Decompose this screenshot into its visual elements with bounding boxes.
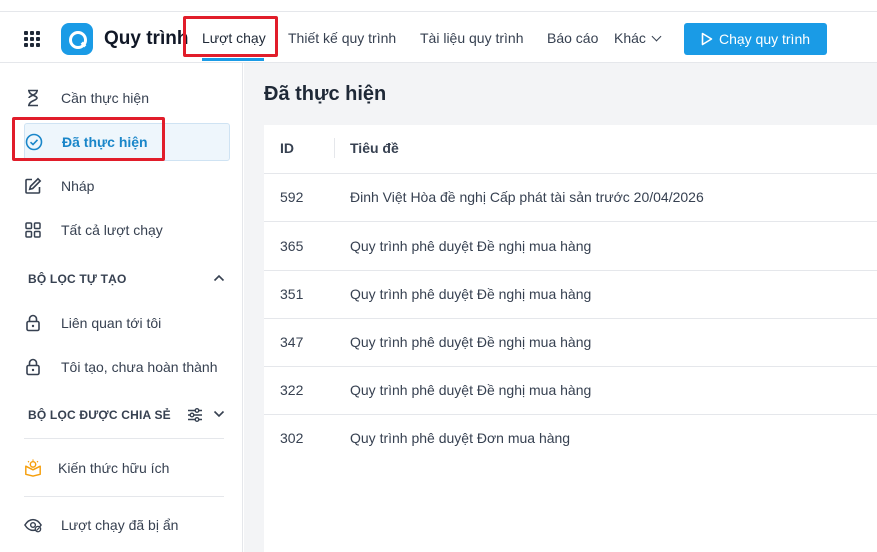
sidebar-item-hidden-runs[interactable]: Lượt chạy đã bị ẩn	[24, 506, 230, 544]
custom-filters-heading: BỘ LỌC TỰ TẠO	[28, 272, 127, 286]
tab-more[interactable]: Khác	[614, 30, 662, 46]
sidebar-item-label: Lượt chạy đã bị ẩn	[61, 517, 179, 533]
sidebar-item-label: Tôi tạo, chưa hoàn thành	[61, 359, 218, 375]
annotation-highlight-sidebar	[12, 117, 165, 161]
row-id: 322	[280, 382, 304, 398]
table-row[interactable]: 592 Đinh Việt Hòa đề nghị Cấp phát tài s…	[264, 174, 877, 222]
chevron-up-icon[interactable]	[213, 274, 225, 282]
sidebar-item-knowledge[interactable]: Kiến thức hữu ích	[24, 449, 230, 487]
row-id: 347	[280, 334, 304, 350]
lock-icon	[24, 314, 42, 332]
chevron-down-icon	[651, 31, 662, 42]
sidebar: Cần thực hiện Đã thực hiện Nháp Tất cả l…	[0, 63, 243, 552]
column-header-title[interactable]: Tiêu đề	[350, 140, 399, 156]
table-row[interactable]: 302 Quy trình phê duyệt Đơn mua hàng	[264, 415, 877, 463]
shared-filters-heading: BỘ LỌC ĐƯỢC CHIA SẺ	[28, 408, 171, 422]
row-title[interactable]: Quy trình phê duyệt Đề nghị mua hàng	[350, 334, 591, 350]
table-row[interactable]: 322 Quy trình phê duyệt Đề nghị mua hàng	[264, 367, 877, 415]
sidebar-divider	[24, 438, 224, 439]
runs-table: ID Tiêu đề 592 Đinh Việt Hòa đề nghị Cấp…	[264, 125, 877, 552]
lock-icon	[24, 358, 42, 376]
sidebar-item-draft[interactable]: Nháp	[24, 167, 230, 205]
table-row[interactable]: 347 Quy trình phê duyệt Đề nghị mua hàng	[264, 319, 877, 367]
sidebar-item-label: Tất cả lượt chạy	[61, 222, 163, 238]
annotation-highlight-tab	[183, 16, 278, 57]
column-header-id[interactable]: ID	[280, 140, 294, 156]
table-header: ID Tiêu đề	[264, 125, 877, 174]
active-tab-indicator	[202, 58, 264, 61]
sidebar-item-label: Cần thực hiện	[61, 90, 149, 106]
run-process-button[interactable]: Chạy quy trình	[684, 23, 827, 55]
tab-process-docs[interactable]: Tài liệu quy trình	[420, 30, 524, 46]
main-content: Đã thực hiện ID Tiêu đề 592 Đinh Việt Hò…	[244, 63, 877, 552]
top-header: Quy trình Lượt chạy Thiết kế quy trình T…	[0, 12, 877, 63]
eye-hidden-icon	[24, 516, 42, 534]
tab-process-design[interactable]: Thiết kế quy trình	[288, 30, 396, 46]
tab-more-label: Khác	[614, 30, 646, 46]
sidebar-item-created-incomplete[interactable]: Tôi tạo, chưa hoàn thành	[24, 348, 230, 386]
app-logo-icon	[61, 23, 93, 55]
lightbulb-book-icon	[24, 459, 42, 477]
sidebar-item-related-to-me[interactable]: Liên quan tới tôi	[24, 304, 230, 342]
app-title: Quy trình	[104, 28, 189, 49]
table-row[interactable]: 365 Quy trình phê duyệt Đề nghị mua hàng	[264, 223, 877, 271]
hourglass-icon	[24, 89, 42, 107]
filter-settings-icon[interactable]	[187, 407, 203, 423]
sidebar-item-todo[interactable]: Cần thực hiện	[24, 79, 230, 117]
row-title[interactable]: Quy trình phê duyệt Đề nghị mua hàng	[350, 382, 591, 398]
column-separator	[334, 138, 335, 158]
app-launcher-icon[interactable]	[24, 31, 40, 47]
page-title: Đã thực hiện	[264, 83, 387, 105]
edit-icon	[24, 177, 42, 195]
row-title[interactable]: Quy trình phê duyệt Đề nghị mua hàng	[350, 286, 591, 302]
row-id: 351	[280, 286, 304, 302]
row-id: 365	[280, 238, 304, 254]
sidebar-item-label: Nháp	[61, 178, 95, 194]
sidebar-item-all-runs[interactable]: Tất cả lượt chạy	[24, 211, 230, 249]
sidebar-item-label: Kiến thức hữu ích	[58, 460, 170, 476]
row-id: 302	[280, 430, 304, 446]
grid-icon	[24, 221, 42, 239]
play-icon	[701, 32, 713, 46]
row-title[interactable]: Đinh Việt Hòa đề nghị Cấp phát tài sản t…	[350, 189, 704, 205]
row-title[interactable]: Quy trình phê duyệt Đề nghị mua hàng	[350, 238, 591, 254]
run-process-label: Chạy quy trình	[718, 31, 811, 47]
table-row[interactable]: 351 Quy trình phê duyệt Đề nghị mua hàng	[264, 271, 877, 319]
row-id: 592	[280, 189, 304, 205]
row-title[interactable]: Quy trình phê duyệt Đơn mua hàng	[350, 430, 570, 446]
tab-reports[interactable]: Báo cáo	[547, 30, 598, 46]
browser-address-strip	[0, 0, 877, 12]
sidebar-item-label: Liên quan tới tôi	[61, 315, 162, 331]
chevron-down-icon[interactable]	[213, 410, 225, 418]
sidebar-divider	[24, 496, 224, 497]
